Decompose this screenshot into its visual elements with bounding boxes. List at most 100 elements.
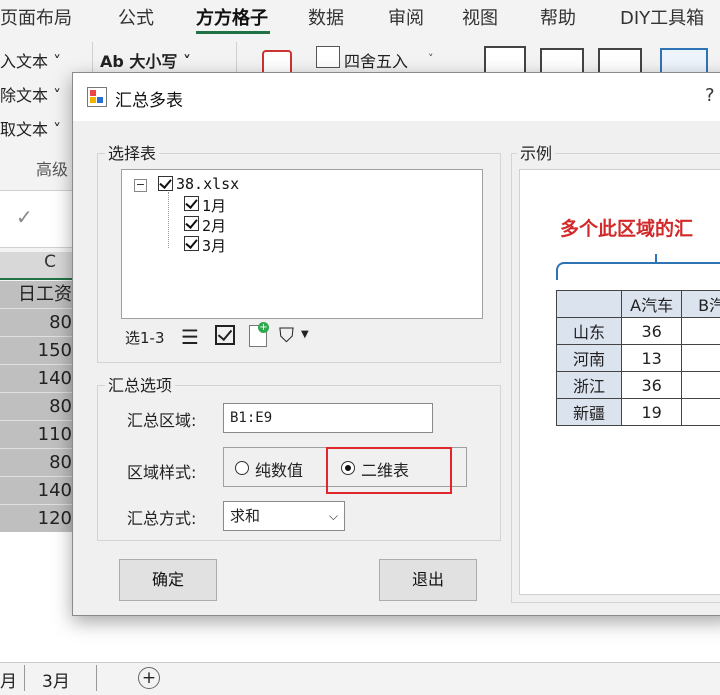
tree-item-sheet-2[interactable]: 2月: [202, 215, 226, 236]
tab-divider: [24, 665, 25, 691]
cell[interactable]: 110: [0, 421, 72, 449]
table-row: 新疆 19: [557, 399, 720, 426]
table-row: A汽车 B汽: [557, 291, 720, 318]
table-row: 浙江 36: [557, 372, 720, 399]
insert-text-button[interactable]: 入文本 ˅: [0, 48, 61, 72]
extract-text-button[interactable]: 取文本 ˅: [0, 116, 61, 140]
table-row: 山东 36: [557, 318, 720, 345]
tab-review[interactable]: 审阅: [388, 4, 424, 30]
check-mark: [218, 326, 232, 341]
table-cell: [682, 399, 720, 426]
app-icon-red: [90, 90, 96, 96]
table-cell: [682, 372, 720, 399]
delete-text-button[interactable]: 除文本 ˅: [0, 82, 61, 106]
example-label: 示例: [517, 140, 555, 164]
filter-icon[interactable]: ⛉: [279, 323, 294, 347]
cell[interactable]: 日工资: [0, 281, 72, 309]
table-cell: [682, 345, 720, 372]
range-label: 汇总区域:: [127, 407, 196, 431]
cell[interactable]: 150: [0, 337, 72, 365]
tab-help[interactable]: 帮助: [540, 4, 576, 30]
example-table: A汽车 B汽 山东 36 河南 13 浙江 36 新疆 19: [556, 290, 720, 426]
summary-options-label: 汇总选项: [105, 372, 175, 396]
table-cell: [557, 291, 622, 318]
chevron-down-icon[interactable]: ˅: [428, 52, 434, 65]
check-all-icon[interactable]: [215, 325, 235, 345]
example-headline: 多个此区域的汇: [560, 214, 693, 241]
method-select[interactable]: 求和 ⌵: [223, 501, 345, 531]
case-button[interactable]: Ab 大小写 ˅: [100, 48, 191, 72]
example-preview: 多个此区域的汇 A汽车 B汽 山东 36 河南 13 浙江 36: [519, 169, 720, 595]
ok-button[interactable]: 确定: [119, 559, 217, 601]
tab-data[interactable]: 数据: [308, 4, 344, 30]
round-button[interactable]: 四舍五入: [344, 48, 408, 72]
sheet-tab-bar: 月 3月 +: [0, 662, 720, 695]
tree-item-sheet-3[interactable]: 3月: [202, 235, 226, 256]
sheet-tab-3[interactable]: 3月: [42, 667, 70, 692]
cell[interactable]: 80: [0, 309, 72, 337]
checkbox-sheet-2[interactable]: [184, 216, 199, 231]
tab-page-layout[interactable]: 页面布局: [0, 4, 72, 30]
tree-item-sheet-1[interactable]: 1月: [202, 195, 226, 216]
table-header: A汽车: [622, 291, 682, 318]
cell[interactable]: 140: [0, 365, 72, 393]
table-cell: [682, 318, 720, 345]
plus-badge: +: [258, 322, 269, 333]
dialog-titlebar[interactable]: 汇总多表 ?: [73, 73, 720, 121]
active-tab-indicator: [196, 31, 270, 34]
tab-view[interactable]: 视图: [462, 4, 498, 30]
exit-button[interactable]: 退出: [379, 559, 477, 601]
summarize-sheets-dialog: 汇总多表 ? 选择表 − 38.xlsx 1月 2月 3月 选1-3 ☰ + ⛉…: [72, 72, 720, 616]
app-icon-yellow: [90, 97, 96, 103]
menu-bar: 页面布局 公式 方方格子 数据 审阅 视图 帮助 DIY工具箱: [0, 0, 720, 36]
brace-tip: [655, 254, 657, 264]
dropdown-arrow-icon[interactable]: ▼: [301, 329, 309, 340]
check-icon[interactable]: ✓: [16, 205, 33, 229]
app-icon-blue: [97, 97, 103, 103]
table-row-header: 河南: [557, 345, 622, 372]
tab-divider: [96, 665, 97, 691]
tab-diy-toolbox[interactable]: DIY工具箱: [620, 4, 704, 30]
tree-connector: [168, 192, 170, 248]
style-label: 区域样式:: [127, 459, 196, 483]
cell[interactable]: 80: [0, 449, 72, 477]
method-label: 汇总方式:: [127, 505, 196, 529]
list-icon[interactable]: ☰: [181, 325, 199, 349]
tree-item-workbook[interactable]: 38.xlsx: [176, 175, 239, 193]
method-value: 求和: [230, 507, 260, 525]
tab-formulas[interactable]: 公式: [118, 4, 154, 30]
table-row-header: 新疆: [557, 399, 622, 426]
checkbox-sheet-1[interactable]: [184, 196, 199, 211]
dialog-title: 汇总多表: [115, 86, 183, 111]
cell[interactable]: 80: [0, 393, 72, 421]
select-sheets-label: 选择表: [105, 140, 159, 164]
range-input[interactable]: B1:E9: [223, 403, 433, 433]
table-row: 河南 13: [557, 345, 720, 372]
brace-shape: [556, 262, 720, 280]
sheet-tree[interactable]: − 38.xlsx 1月 2月 3月: [121, 169, 483, 319]
app-icon: [87, 87, 107, 107]
tab-fangfang[interactable]: 方方格子: [196, 4, 268, 30]
add-sheet-button[interactable]: +: [138, 667, 160, 689]
table-header: B汽: [682, 291, 720, 318]
help-button[interactable]: ?: [705, 85, 715, 106]
checkbox-workbook[interactable]: [158, 176, 173, 191]
radio-plain-values[interactable]: [235, 461, 249, 475]
plain-values-label[interactable]: 纯数值: [255, 457, 303, 481]
table-cell: 36: [622, 318, 682, 345]
cell[interactable]: 140: [0, 477, 72, 505]
table-row-header: 浙江: [557, 372, 622, 399]
highlight-box: [326, 447, 452, 494]
cell[interactable]: 120: [0, 505, 72, 533]
advanced-group-label: 高级: [36, 156, 68, 180]
selection-count: 选1-3: [125, 327, 165, 348]
collapse-icon[interactable]: −: [134, 179, 147, 192]
checkbox-sheet-3[interactable]: [184, 236, 199, 251]
table-cell: 13: [622, 345, 682, 372]
table-cell: 36: [622, 372, 682, 399]
sheet-tab[interactable]: 月: [0, 667, 17, 692]
add-file-icon[interactable]: +: [249, 325, 267, 347]
table-row-header: 山东: [557, 318, 622, 345]
round-icon: [316, 46, 340, 68]
chevron-down-icon[interactable]: ⌵: [329, 502, 338, 530]
